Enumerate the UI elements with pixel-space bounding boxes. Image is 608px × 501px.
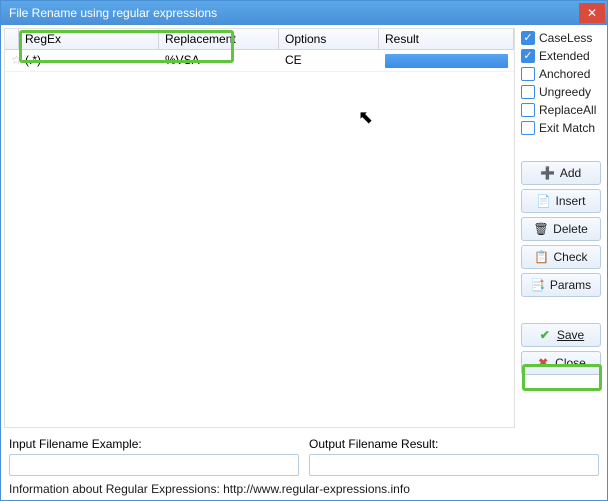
checkbox-icon [521,49,535,63]
checkbox-icon [521,67,535,81]
button-label: Insert [555,194,585,208]
button-label: Close [555,356,586,370]
output-filename-label: Output Filename Result: [309,437,599,451]
button-label: Check [553,250,587,264]
params-icon: 📑 [531,278,545,292]
input-filename-label: Input Filename Example: [9,437,299,451]
insert-button[interactable]: 📄 Insert [521,189,601,213]
button-label: Add [560,166,581,180]
check-icon: 📋 [534,250,548,264]
input-filename-field[interactable] [9,454,299,476]
row-star-icon: ☆ [5,50,19,71]
result-bar [385,54,508,68]
add-icon: ➕ [541,166,555,180]
cell-options[interactable]: CE [279,50,379,71]
checkbox-label: CaseLess [539,31,592,45]
title-bar: File Rename using regular expressions ✕ [1,1,607,25]
grid-header-options[interactable]: Options [279,29,379,49]
regex-grid: RegEx Replacement Options Result ☆ (.*) … [4,28,515,428]
close-icon: ✕ [587,6,597,20]
right-panel: CaseLess Extended Anchored Ungreedy Repl… [518,28,604,428]
checkbox-label: ReplaceAll [539,103,596,117]
grid-header-result[interactable]: Result [379,29,514,49]
checkbox-anchored[interactable]: Anchored [521,67,601,81]
button-label: Delete [553,222,588,236]
checkbox-label: Extended [539,49,590,63]
checkbox-label: Exit Match [539,121,595,135]
params-button[interactable]: 📑 Params [521,273,601,297]
grid-header-star [5,29,19,49]
checkbox-extended[interactable]: Extended [521,49,601,63]
checkbox-icon [521,121,535,135]
info-link[interactable]: Information about Regular Expressions: h… [9,482,599,496]
checkbox-replaceall[interactable]: ReplaceAll [521,103,601,117]
cell-result [379,50,514,71]
insert-icon: 📄 [536,194,550,208]
grid-header: RegEx Replacement Options Result [5,29,514,50]
close-button[interactable]: ✖ Close [521,351,601,375]
checkbox-icon [521,31,535,45]
bottom-panel: Input Filename Example: Output Filename … [1,431,607,500]
x-icon: ✖ [536,356,550,370]
checkbox-icon [521,103,535,117]
window-close-button[interactable]: ✕ [579,3,605,23]
check-button[interactable]: 📋 Check [521,245,601,269]
grid-header-regex[interactable]: RegEx [19,29,159,49]
checkbox-icon [521,85,535,99]
checkbox-ungreedy[interactable]: Ungreedy [521,85,601,99]
button-label: Save [557,328,584,342]
cell-replacement[interactable]: %VSA [159,50,279,71]
checkbox-exitmatch[interactable]: Exit Match [521,121,601,135]
window-title: File Rename using regular expressions [9,6,217,20]
checkbox-label: Ungreedy [539,85,591,99]
delete-button[interactable]: 🗑 Delete [521,217,601,241]
add-button[interactable]: ➕ Add [521,161,601,185]
grid-row[interactable]: ☆ (.*) %VSA CE [5,50,514,72]
main-area: RegEx Replacement Options Result ☆ (.*) … [1,25,607,431]
grid-header-replacement[interactable]: Replacement [159,29,279,49]
button-label: Params [550,278,591,292]
delete-icon: 🗑 [534,222,548,236]
save-button[interactable]: ✔ Save [521,323,601,347]
output-filename-field[interactable] [309,454,599,476]
checkbox-caseless[interactable]: CaseLess [521,31,601,45]
cell-regex[interactable]: (.*) [19,50,159,71]
checkmark-icon: ✔ [538,328,552,342]
checkbox-label: Anchored [539,67,590,81]
